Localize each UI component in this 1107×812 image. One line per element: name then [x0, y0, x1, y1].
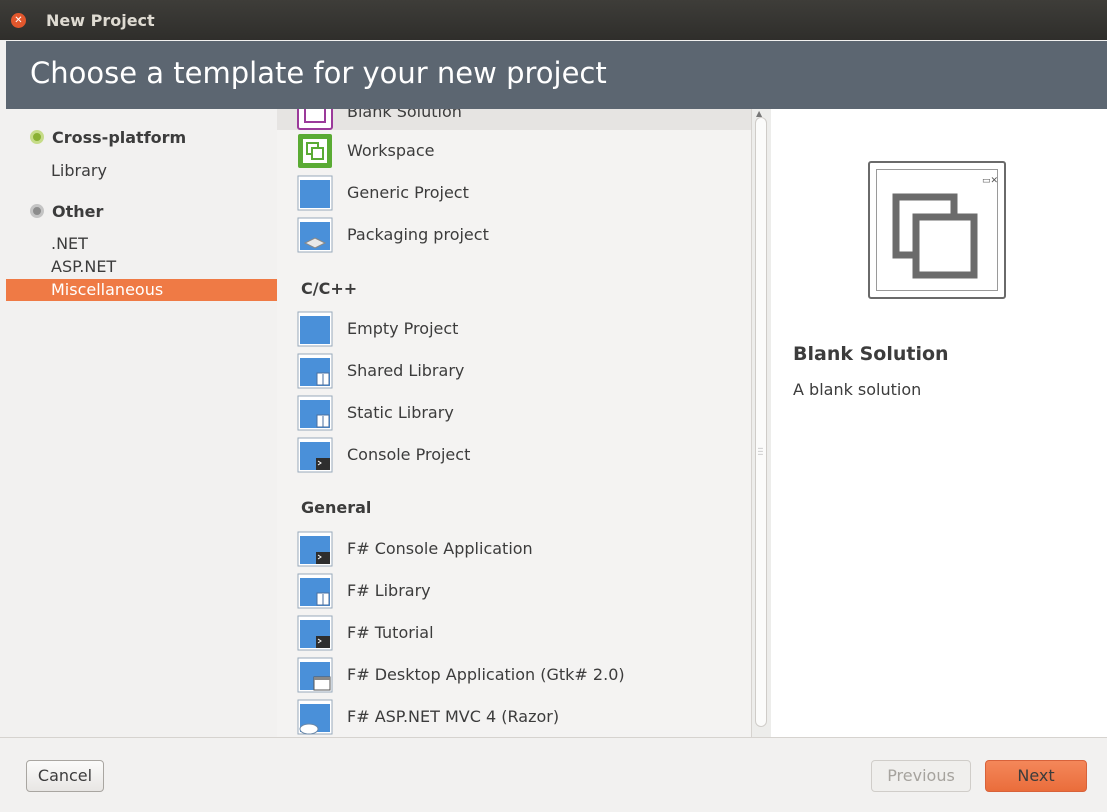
template-label: F# Tutorial	[347, 623, 434, 642]
template-packaging-project[interactable]: Packaging project	[297, 217, 747, 253]
category-group-cross-platform[interactable]: Cross-platform	[30, 128, 186, 147]
template-preview-image: ▭✕	[868, 161, 1006, 299]
page-title: Choose a template for your new project	[30, 56, 607, 90]
workspace-icon	[298, 134, 332, 168]
section-header-general: General	[301, 498, 372, 517]
template-label: Workspace	[347, 141, 435, 160]
web-icon	[297, 699, 333, 735]
window-title: New Project	[46, 11, 155, 30]
preview-description: A blank solution	[793, 380, 922, 399]
header-banner: Choose a template for your new project	[6, 41, 1107, 109]
category-item-label: ASP.NET	[51, 257, 117, 276]
template-label: Packaging project	[347, 225, 489, 244]
template-generic-project[interactable]: Generic Project	[297, 175, 747, 211]
template-label: Console Project	[347, 445, 471, 464]
library-icon	[297, 353, 333, 389]
template-fsharp-tutorial[interactable]: F# Tutorial	[297, 615, 747, 651]
category-bullet-icon	[30, 130, 44, 144]
category-item-library[interactable]: Library	[6, 160, 277, 182]
console-icon	[297, 437, 333, 473]
library-icon	[297, 395, 333, 431]
scroll-up-arrow-icon[interactable]: ▲	[756, 109, 762, 118]
scrollbar-grip-icon: ─ ─ ─	[758, 444, 763, 459]
library-icon	[297, 573, 333, 609]
template-preview-panel: ▭✕ Blank Solution A blank solution	[771, 109, 1107, 737]
category-bullet-icon	[30, 204, 44, 218]
template-empty-project[interactable]: Empty Project	[297, 311, 747, 347]
next-button[interactable]: Next	[985, 760, 1087, 792]
template-label: Empty Project	[347, 319, 459, 338]
dialog-footer: Cancel Previous Next	[0, 737, 1107, 812]
category-group-other[interactable]: Other	[30, 202, 103, 221]
category-group-label: Other	[52, 202, 104, 221]
template-workspace[interactable]: Workspace	[297, 133, 747, 169]
packaging-icon	[297, 217, 333, 253]
window-titlebar: ✕ New Project	[0, 0, 1107, 40]
template-fsharp-library[interactable]: F# Library	[297, 573, 747, 609]
template-fsharp-console-application[interactable]: F# Console Application	[297, 531, 747, 567]
category-item-miscellaneous[interactable]: Miscellaneous	[6, 279, 277, 301]
project-icon	[297, 311, 333, 347]
category-item-label: Miscellaneous	[51, 280, 164, 299]
section-header-cpp: C/C++	[301, 279, 358, 298]
template-label: Blank Solution	[347, 109, 462, 121]
template-blank-solution[interactable]: Blank Solution	[297, 109, 747, 130]
scrollbar-thumb[interactable]	[755, 117, 767, 727]
template-list-scrollbar[interactable]: ▲ ─ ─ ─	[751, 109, 771, 737]
template-console-project[interactable]: Console Project	[297, 437, 747, 473]
close-icon[interactable]: ✕	[11, 13, 26, 28]
content-area: Cross-platform Library Other .NET ASP.NE…	[6, 109, 1107, 737]
console-icon	[297, 615, 333, 651]
project-icon	[297, 175, 333, 211]
template-fsharp-desktop-application[interactable]: F# Desktop Application (Gtk# 2.0)	[297, 657, 747, 693]
desktop-app-icon	[297, 657, 333, 693]
blank-solution-preview-icon: ▭✕	[892, 176, 998, 279]
template-fsharp-aspnet-mvc4[interactable]: F# ASP.NET MVC 4 (Razor)	[297, 699, 747, 735]
cancel-button[interactable]: Cancel	[26, 760, 104, 792]
template-label: Generic Project	[347, 183, 469, 202]
template-static-library[interactable]: Static Library	[297, 395, 747, 431]
preview-title: Blank Solution	[793, 343, 949, 365]
template-shared-library[interactable]: Shared Library	[297, 353, 747, 389]
template-label: F# Console Application	[347, 539, 533, 558]
category-list: Cross-platform Library Other .NET ASP.NE…	[6, 109, 278, 737]
category-item-aspnet[interactable]: ASP.NET	[6, 256, 277, 278]
template-label: Static Library	[347, 403, 454, 422]
previous-button[interactable]: Previous	[871, 760, 971, 792]
console-icon	[297, 531, 333, 567]
template-list: Blank Solution Workspace Generic Project	[277, 109, 751, 737]
template-label: F# ASP.NET MVC 4 (Razor)	[347, 707, 560, 726]
category-item-label: .NET	[51, 234, 88, 253]
template-label: F# Desktop Application (Gtk# 2.0)	[347, 665, 625, 684]
category-item-dotnet[interactable]: .NET	[6, 233, 277, 255]
category-group-label: Cross-platform	[52, 128, 187, 147]
blank-solution-icon	[297, 109, 333, 130]
category-item-label: Library	[51, 161, 107, 180]
svg-text:▭✕: ▭✕	[982, 176, 998, 186]
template-label: Shared Library	[347, 361, 465, 380]
template-label: F# Library	[347, 581, 431, 600]
